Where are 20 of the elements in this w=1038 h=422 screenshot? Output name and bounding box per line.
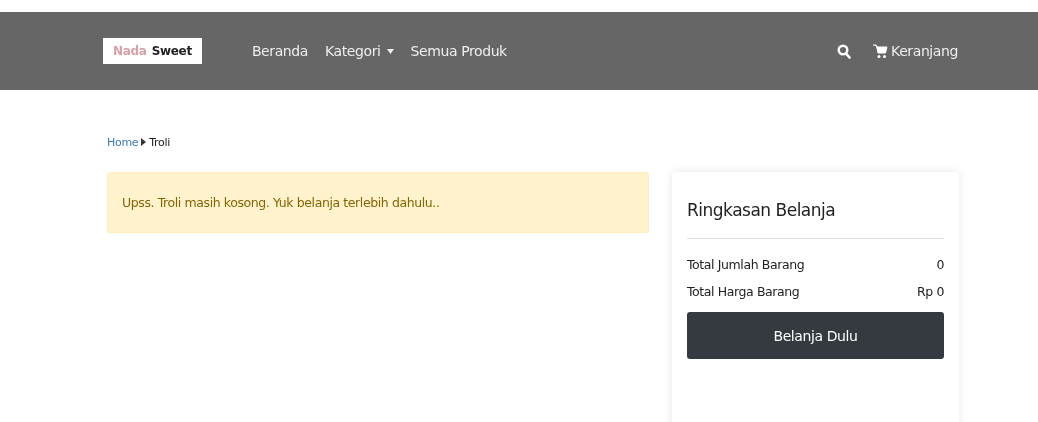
empty-cart-alert: Upss. Troli masih kosong. Yuk belanja terlebih dahulu.. xyxy=(107,172,649,233)
chevron-icon xyxy=(141,138,147,146)
summary-title: Ringkasan Belanja xyxy=(687,200,944,239)
summary-label: Total Harga Barang xyxy=(687,284,800,299)
cart-link[interactable]: Keranjang xyxy=(873,43,958,59)
logo-text: Nada xyxy=(113,44,147,58)
nav-link[interactable]: Semua Produk xyxy=(410,43,507,59)
summary-value: Rp 0 xyxy=(917,284,944,299)
shop-button[interactable]: Belanja Dulu xyxy=(687,312,944,359)
breadcrumb-link[interactable]: Home xyxy=(107,135,139,149)
nav-dropdown[interactable]: Kategori xyxy=(325,43,394,59)
breadcrumb-current: Troli xyxy=(149,135,171,149)
summary-value: 0 xyxy=(936,257,944,272)
search-icon[interactable] xyxy=(837,43,852,59)
summary-label: Total Jumlah Barang xyxy=(687,257,805,272)
brand-logo[interactable]: Nada Sweet xyxy=(103,38,202,64)
nav-link[interactable]: Beranda xyxy=(251,43,308,59)
cart-icon xyxy=(873,43,889,59)
caret-icon xyxy=(386,48,394,54)
logo-text: Sweet xyxy=(151,44,192,58)
